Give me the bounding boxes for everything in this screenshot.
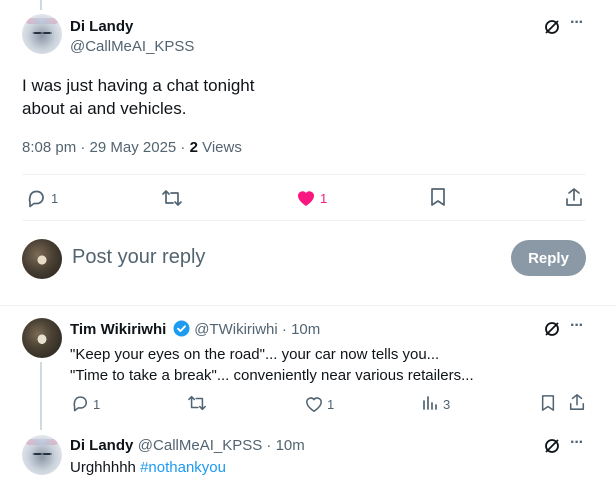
views-icon[interactable]	[422, 395, 438, 411]
like-count: 1	[320, 191, 328, 206]
reply-text-body: Urghhhhh	[70, 459, 141, 476]
author-name[interactable]: Di Landy	[70, 437, 133, 454]
reply-input[interactable]: Post your reply	[72, 246, 205, 269]
retweet-icon[interactable]	[161, 188, 183, 208]
thread-connector-top	[40, 0, 42, 10]
tweet-text-line: I was just having a chat tonight	[22, 76, 255, 95]
share-icon[interactable]	[568, 393, 586, 411]
reply-time[interactable]: · 10m	[278, 321, 320, 338]
divider	[0, 305, 616, 306]
bookmark-icon[interactable]	[540, 394, 556, 412]
author-name[interactable]: Di Landy	[70, 18, 133, 35]
timestamp[interactable]: 8:08 pm · 29 May 2025 ·	[22, 139, 190, 156]
tweet-meta: 8:08 pm · 29 May 2025 · 2 Views	[22, 139, 242, 156]
more-options-icon[interactable]: ···	[570, 14, 584, 32]
views-count: 2	[189, 139, 198, 156]
reply-icon[interactable]	[26, 188, 46, 208]
grok-icon[interactable]	[543, 320, 561, 338]
views-count: 3	[443, 397, 451, 412]
author-handle[interactable]: @TWikiriwhi	[194, 321, 278, 338]
avatar[interactable]	[22, 239, 62, 279]
like-icon[interactable]	[295, 188, 317, 208]
retweet-icon[interactable]	[187, 394, 207, 412]
author-handle[interactable]: @CallMeAI_KPSS	[70, 38, 194, 55]
grok-icon[interactable]	[543, 18, 561, 36]
grok-icon[interactable]	[543, 437, 561, 455]
bookmark-icon[interactable]	[429, 187, 447, 207]
reply-text: "Keep your eyes on the road"... your car…	[70, 344, 474, 386]
reply-count: 1	[93, 397, 101, 412]
tweet-text-line: about ai and vehicles.	[22, 99, 187, 118]
tweet-text: I was just having a chat tonight about a…	[22, 74, 254, 120]
reply-text: Urghhhhh #nothankyou	[70, 459, 226, 476]
hashtag-link[interactable]: #nothankyou	[140, 459, 226, 476]
divider	[22, 174, 586, 175]
author-handle[interactable]: @CallMeAI_KPSS	[138, 437, 262, 454]
thread-connector	[40, 362, 42, 430]
reply-time[interactable]: · 10m	[262, 437, 304, 454]
like-icon[interactable]	[304, 395, 324, 413]
verified-badge-icon	[173, 320, 190, 337]
avatar[interactable]	[22, 14, 62, 54]
reply-icon[interactable]	[71, 394, 89, 412]
reply-button[interactable]: Reply	[511, 240, 586, 276]
reply-count: 1	[51, 191, 59, 206]
reply-header: Tim Wikiriwhi @TWikiriwhi · 10m	[70, 320, 320, 339]
reply-text-line: "Keep your eyes on the road"... your car…	[70, 346, 440, 363]
avatar[interactable]	[22, 435, 62, 475]
reply-text-line: "Time to take a break"... conveniently n…	[70, 367, 474, 384]
views-label: Views	[197, 139, 242, 156]
reply-header: Di Landy @CallMeAI_KPSS · 10m	[70, 437, 305, 455]
more-options-icon[interactable]: ···	[570, 317, 584, 335]
author-name[interactable]: Tim Wikiriwhi	[70, 321, 166, 338]
divider	[22, 220, 586, 221]
like-count: 1	[327, 397, 335, 412]
share-icon[interactable]	[564, 187, 584, 207]
more-options-icon[interactable]: ···	[570, 434, 584, 452]
avatar[interactable]	[22, 318, 62, 358]
